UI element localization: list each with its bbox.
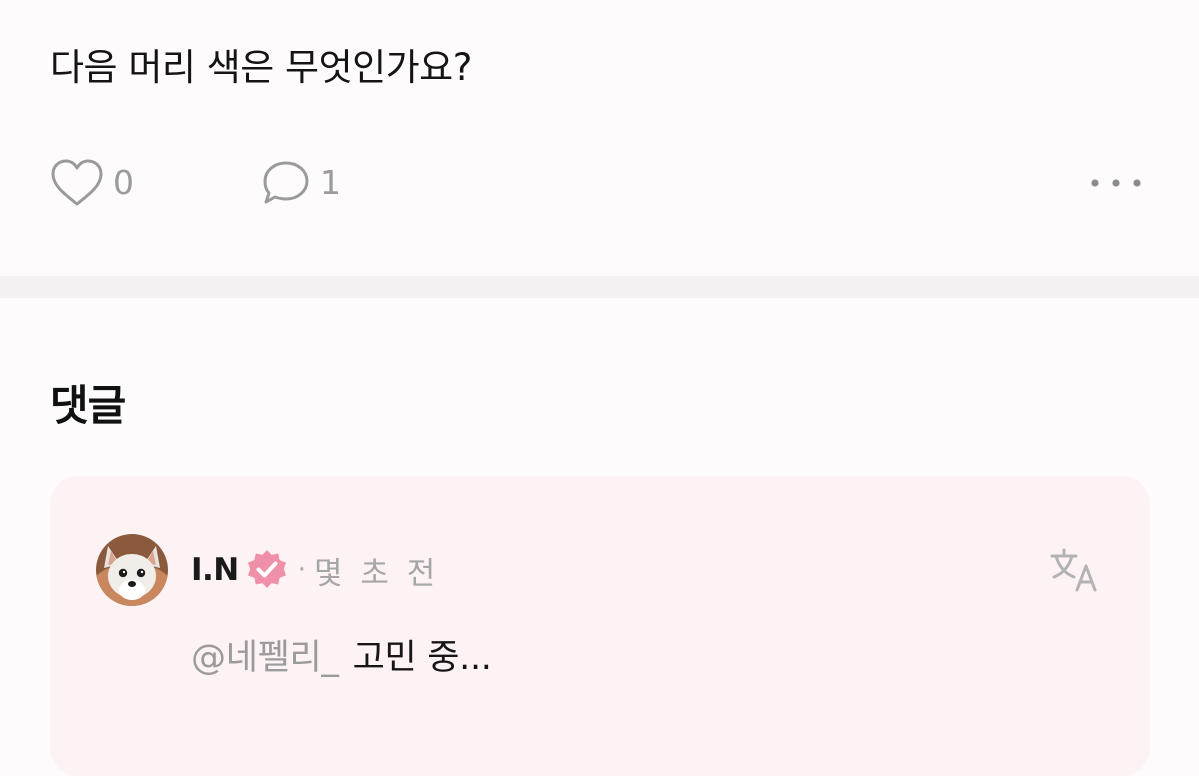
comment-text: 고민 중... bbox=[352, 638, 492, 678]
more-options-button[interactable] bbox=[1084, 155, 1148, 211]
comment-item: I.N · 몇 초 전 @네펠리_ 고민 중... bbox=[50, 476, 1150, 776]
avatar-image bbox=[96, 534, 168, 606]
post-text: 다음 머리 색은 무엇인가요? bbox=[50, 46, 472, 89]
post-card: 다음 머리 색은 무엇인가요? 0 1 bbox=[0, 0, 1199, 276]
like-count: 0 bbox=[113, 163, 134, 202]
comment-meta: I.N · 몇 초 전 bbox=[191, 546, 439, 594]
comment-button[interactable]: 1 bbox=[261, 155, 341, 211]
comments-heading: 댓글 bbox=[50, 381, 126, 430]
section-divider bbox=[0, 276, 1199, 298]
comment-author[interactable]: I.N bbox=[191, 552, 239, 588]
heart-outline-icon bbox=[51, 159, 103, 206]
speech-bubble-icon bbox=[263, 161, 309, 204]
verified-badge-icon bbox=[247, 550, 286, 588]
comment-mention[interactable]: @네펠리_ bbox=[191, 638, 339, 678]
more-dots-icon bbox=[1091, 179, 1141, 187]
comment-body: @네펠리_ 고민 중... bbox=[191, 632, 492, 684]
comment-count: 1 bbox=[320, 163, 341, 202]
post-actions: 0 1 bbox=[0, 155, 1199, 211]
translate-button[interactable] bbox=[1042, 542, 1106, 598]
translate-icon bbox=[1050, 548, 1097, 592]
like-button[interactable]: 0 bbox=[50, 155, 134, 211]
avatar[interactable] bbox=[96, 534, 168, 606]
meta-separator: · bbox=[297, 555, 307, 585]
comment-time: 몇 초 전 bbox=[314, 555, 440, 592]
